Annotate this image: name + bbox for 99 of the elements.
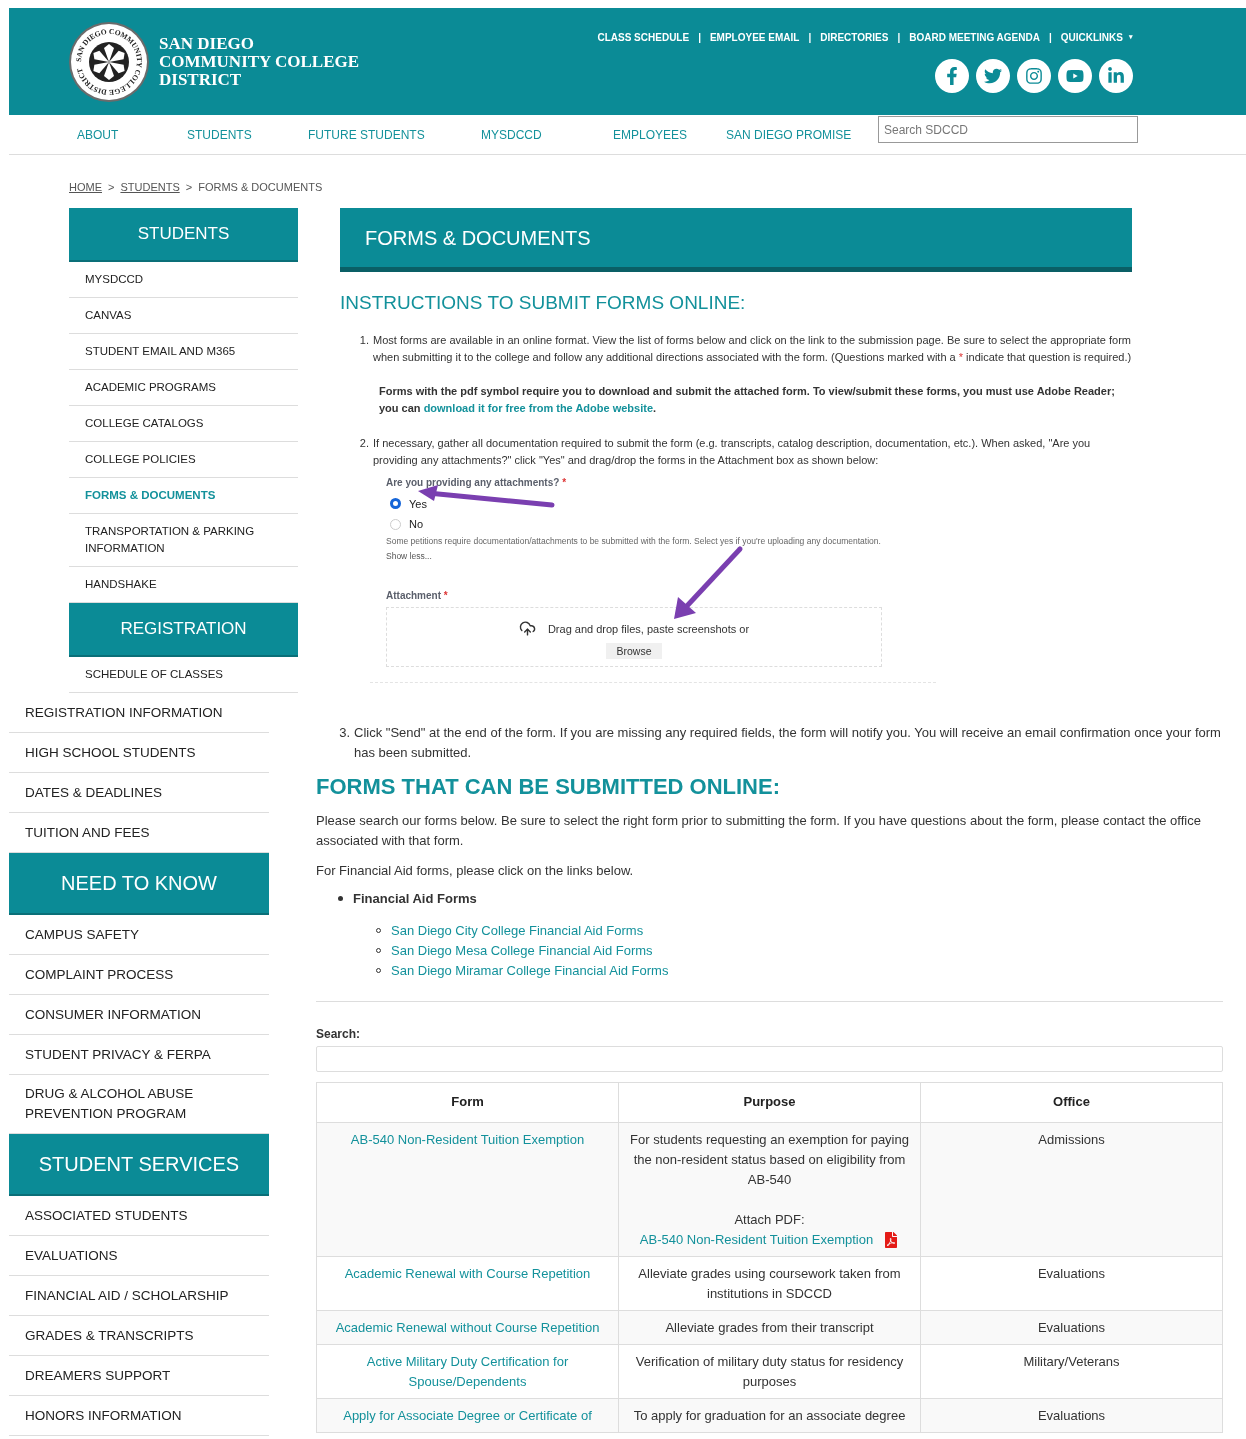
form-link[interactable]: AB-540 Non-Resident Tuition Exemption (327, 1129, 608, 1150)
field-hint: Some petitions require documentation/attachments to be submitted with the form. Select yes if you're uploading any documentation. (386, 534, 882, 548)
attach-label: Attach PDF: (734, 1210, 805, 1229)
nav-link[interactable]: MYSDCCD (481, 125, 613, 144)
drop-instructions: Drag and drop files, paste screenshots or (547, 621, 750, 637)
section-heading: INSTRUCTIONS TO SUBMIT FORMS ONLINE: (340, 291, 747, 315)
sidebar-link[interactable]: FINANCIAL AID / SCHOLARSHIP (9, 1276, 269, 1316)
list-heading: Financial Aid Forms (353, 889, 477, 908)
utility-link[interactable]: BOARD MEETING AGENDA (909, 30, 1040, 45)
utility-link[interactable]: EMPLOYEE EMAIL (709, 30, 800, 45)
sidebar-link[interactable]: CONSUMER INFORMATION (9, 995, 269, 1035)
office-text: Military/Veterans (1023, 1353, 1120, 1369)
show-less-link[interactable]: Show less... (386, 549, 936, 563)
breadcrumb-current: FORMS & DOCUMENTS (198, 179, 323, 195)
sidebar-link[interactable]: DREAMERS SUPPORT (9, 1356, 269, 1396)
separator: | (698, 31, 701, 45)
field-label: Are you providing any attachments? * (386, 475, 568, 490)
financial-aid-link[interactable]: San Diego City College Financial Aid Forms (391, 920, 644, 941)
sidebar-link[interactable]: ACADEMIC PROGRAMS (69, 370, 298, 406)
sidebar-section-header: STUDENT SERVICES (9, 1134, 269, 1196)
instruction-paragraph: Forms with the pdf symbol require you to download and submit the attached form. To view/submit these forms, you must use Adobe Reader; you can download it for free from the Adobe website. (378, 383, 1116, 416)
section-heading: FORMS THAT CAN BE SUBMITTED ONLINE: (316, 776, 781, 797)
purpose-text: Alleviate grades using coursework taken from institutions in SDCCD (637, 1264, 902, 1303)
pdf-link[interactable]: AB-540 Non-Resident Tuition Exemption (639, 1229, 874, 1250)
purpose-text: For students requesting an exemption for paying the non-resident status based on eligibility from AB-540 (629, 1130, 910, 1189)
adobe-download-link[interactable]: download it for free from the Adobe website (423, 401, 653, 414)
office-text: Evaluations (1037, 1319, 1106, 1335)
sidebar-link[interactable]: CANVAS (69, 298, 298, 334)
sidebar-link[interactable]: STUDENT PRIVACY & FERPA (9, 1035, 269, 1075)
sidebar-link[interactable]: MYSDCCD (69, 262, 298, 298)
instruction-paragraph: Most forms are available in an online format. View the list of forms below and click on the link to the submission page. Be sure to select the appropriate form when submitting it to the college and follow any additional directions associated with the form. (Questions marked with a * indicate that question is required.) (373, 332, 1132, 365)
sidebar-link[interactable]: STUDENT EMAIL AND M365 (69, 334, 298, 370)
breadcrumb-link[interactable]: STUDENTS (120, 178, 180, 196)
financial-aid-note: For Financial Aid forms, please click on the links below. (316, 861, 635, 880)
separator: | (808, 31, 812, 45)
radio-label: No (409, 517, 424, 532)
sidebar-section-header: NEED TO KNOW (9, 853, 269, 915)
utility-link[interactable]: CLASS SCHEDULE (597, 30, 690, 45)
sidebar-link[interactable]: DATES & DEADLINES (9, 773, 269, 813)
office-text: Admissions (1038, 1131, 1105, 1147)
nav-link[interactable]: FUTURE STUDENTS (308, 125, 481, 144)
sidebar-link[interactable]: ASSOCIATED STUDENTS (9, 1196, 269, 1236)
sidebar-link[interactable]: CAMPUS SAFETY (9, 915, 269, 955)
step-number: 2. (358, 435, 370, 451)
financial-aid-link[interactable]: San Diego Miramar College Financial Aid Forms (391, 960, 669, 981)
table-search-field[interactable] (316, 1045, 1223, 1072)
field-label: Attachment * (386, 589, 449, 604)
sidebar-link[interactable]: COMPLAINT PROCESS (9, 955, 269, 995)
upload-icon (518, 620, 536, 638)
breadcrumb-separator: > (185, 179, 193, 195)
sidebar-link[interactable]: TRANSPORTATION & PARKING INFORMATION (69, 514, 298, 567)
bullet-icon (338, 896, 343, 901)
sidebar-section-header: STUDENTS (69, 208, 298, 262)
youtube-icon[interactable] (1058, 59, 1092, 93)
browse-button[interactable]: Browse (606, 643, 662, 660)
sidebar-link[interactable]: EVALUATIONS (9, 1236, 269, 1276)
sidebar-link[interactable]: HIGH SCHOOL STUDENTS (9, 733, 269, 773)
sidebar-link[interactable]: GRADES & TRANSCRIPTS (9, 1316, 269, 1356)
sidebar-link[interactable]: HONORS INFORMATION (9, 1396, 269, 1436)
radio-button[interactable] (390, 498, 401, 510)
sidebar-link[interactable]: FORMS & DOCUMENTS (69, 478, 298, 514)
purpose-text: Alleviate grades from their transcript (664, 1318, 875, 1337)
nav-link[interactable]: EMPLOYEES (613, 125, 726, 144)
purpose-text: Verification of military duty status for residency purposes (634, 1352, 905, 1391)
facebook-icon[interactable] (935, 59, 969, 93)
search-label: Search: (316, 1025, 362, 1043)
search-field[interactable]: Search SDCCD (878, 116, 1138, 143)
intro-paragraph: Please search our forms below. Be sure to select the right form prior to submitting the form. If you have questions about the form, please contact the office associated with that form. (316, 811, 1202, 850)
step-number: 1. (358, 332, 370, 348)
column-header: Purpose (618, 1082, 921, 1122)
utility-link[interactable]: DIRECTORIES (820, 30, 889, 45)
linkedin-icon[interactable] (1099, 59, 1133, 93)
column-header: Office (920, 1082, 1223, 1122)
office-text: Evaluations (1037, 1407, 1106, 1423)
financial-aid-link[interactable]: San Diego Mesa College Financial Aid Forms (391, 940, 653, 961)
sidebar-section-header: REGISTRATION (69, 603, 298, 657)
pdf-icon (883, 1231, 900, 1248)
radio-label: Yes (409, 496, 427, 512)
sidebar-link[interactable]: COLLEGE CATALOGS (69, 406, 298, 442)
office-text: Evaluations (1037, 1265, 1106, 1281)
step-number: 3. (338, 723, 351, 742)
page-title-banner: FORMS & DOCUMENTS (340, 208, 1132, 272)
column-header: Form (316, 1082, 619, 1122)
breadcrumb-link[interactable]: HOME (69, 178, 102, 196)
separator: | (1048, 31, 1052, 45)
instruction-paragraph: Click "Send" at the end of the form. If you are missing any required fields, the form will notify you. You will receive an email confirmation once your form has been submitted. (354, 723, 1222, 762)
sidebar-link[interactable]: SCHEDULE OF CLASSES (69, 657, 298, 693)
breadcrumb-separator: > (108, 179, 115, 195)
purpose-text: To apply for graduation for an associate degree (632, 1406, 907, 1425)
twitter-icon[interactable] (976, 59, 1010, 93)
nav-link[interactable]: SAN DIEGO PROMISE (726, 125, 878, 144)
nav-link[interactable]: ABOUT (77, 125, 187, 144)
instruction-paragraph: If necessary, gather all documentation required to submit the form (e.g. transcripts, catalog description, documentation, etc.). When asked, "Are you providing any attachments?" click "Yes" and drag/drop the forms in the Attachment box as shown below: (373, 435, 1092, 468)
separator: | (897, 31, 901, 45)
sidebar-link[interactable]: REGISTRATION INFORMATION (9, 693, 269, 733)
sidebar-link[interactable]: COLLEGE POLICIES (69, 442, 298, 478)
instagram-icon[interactable] (1017, 59, 1051, 93)
college-name: SAN DIEGO COMMUNITY COLLEGE DISTRICT (159, 34, 360, 89)
nav-link[interactable]: STUDENTS (187, 125, 308, 144)
